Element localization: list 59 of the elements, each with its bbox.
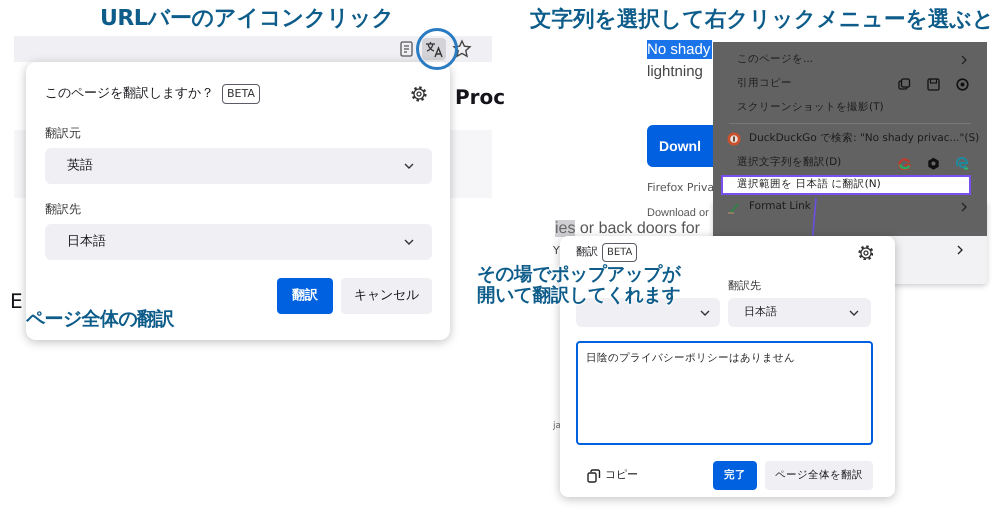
copy-icon[interactable] xyxy=(898,78,911,90)
chevron-icon xyxy=(955,245,965,255)
field-label: 翻訳元 xyxy=(45,125,82,142)
page-heading: Proc xyxy=(455,84,506,111)
chevron-icon xyxy=(404,161,414,171)
field-label: 翻訳先 xyxy=(45,201,82,218)
duck-icon xyxy=(727,132,741,146)
reader-icon xyxy=(398,40,414,58)
done-button[interactable]: 完了 xyxy=(713,461,757,490)
translate-button[interactable]: 翻訳 xyxy=(277,278,333,314)
page-text: Y xyxy=(553,243,560,259)
menu-item[interactable]: 引用コピー xyxy=(713,72,987,96)
popup-title: このページを翻訳しますか？ xyxy=(45,85,214,104)
annotation-caption: URLバーのアイコンクリック xyxy=(100,6,394,32)
beta-badge: BETA xyxy=(222,84,260,104)
menu-item[interactable]: 選択範囲を 日本語 に翻訳(N) xyxy=(721,175,971,195)
settings-icon[interactable] xyxy=(410,85,428,103)
menu-item[interactable]: DuckDuckGo で検索: "No shady privac..."(S) xyxy=(713,127,987,151)
chevron-icon xyxy=(700,308,710,318)
chevron-icon xyxy=(959,202,969,212)
highlight-circle xyxy=(415,27,459,71)
translate-page-button[interactable]: ページ全体を翻訳 xyxy=(765,461,873,490)
translate-icon xyxy=(424,40,444,58)
popup-title: 翻訳 xyxy=(576,244,598,260)
field-label: 翻訳先 xyxy=(728,278,762,294)
star-icon xyxy=(452,39,472,59)
menu-item[interactable]: Format Link xyxy=(713,195,987,219)
chevron-icon xyxy=(959,55,969,65)
page-text: Firefox Priva xyxy=(647,180,714,196)
copy-icon xyxy=(587,468,601,482)
language-select[interactable]: 日本語 xyxy=(45,224,432,260)
translate-button[interactable] xyxy=(422,38,446,60)
page-text: E xyxy=(10,288,23,315)
result-text-area[interactable]: 日陰のプライバシーポリシーはありません xyxy=(576,341,873,445)
colored-g-icon[interactable] xyxy=(898,156,911,170)
page-text: Download or xyxy=(647,206,709,221)
menu-item[interactable]: スクリーンショットを撮影(T) xyxy=(713,96,987,120)
menu-item[interactable]: このページを... xyxy=(713,48,987,72)
save-icon[interactable] xyxy=(927,78,940,90)
cancel-button[interactable]: キャンセル xyxy=(341,278,432,314)
annotation-caption: ページ全体の翻訳 xyxy=(26,309,174,331)
chevron-icon xyxy=(404,237,414,247)
selected-text: No shady xyxy=(647,40,712,59)
language-select[interactable]: 英語 xyxy=(45,148,432,184)
annotation-caption: その場でポップアップが 開いて翻訳してくれます xyxy=(477,264,680,307)
download-button[interactable]: Downl xyxy=(647,125,713,167)
language-select[interactable]: 日本語 xyxy=(728,298,871,327)
page-text: ja xyxy=(553,420,562,433)
annotation-caption: 文字列を選択して右クリックメニューを選ぶと xyxy=(530,8,994,33)
pen-icon xyxy=(727,200,741,214)
circle-icon[interactable] xyxy=(956,78,969,90)
star-button[interactable] xyxy=(450,38,474,60)
hexagon-icon[interactable] xyxy=(927,156,940,170)
page-text: lightning xyxy=(647,62,703,82)
copy-button[interactable]: コピー xyxy=(576,467,638,484)
beta-badge: BETA xyxy=(602,242,638,262)
settings-icon[interactable] xyxy=(857,244,873,260)
menu-item[interactable]: 選択文字列を翻訳(D) xyxy=(713,151,987,175)
chevron-icon xyxy=(849,308,859,318)
